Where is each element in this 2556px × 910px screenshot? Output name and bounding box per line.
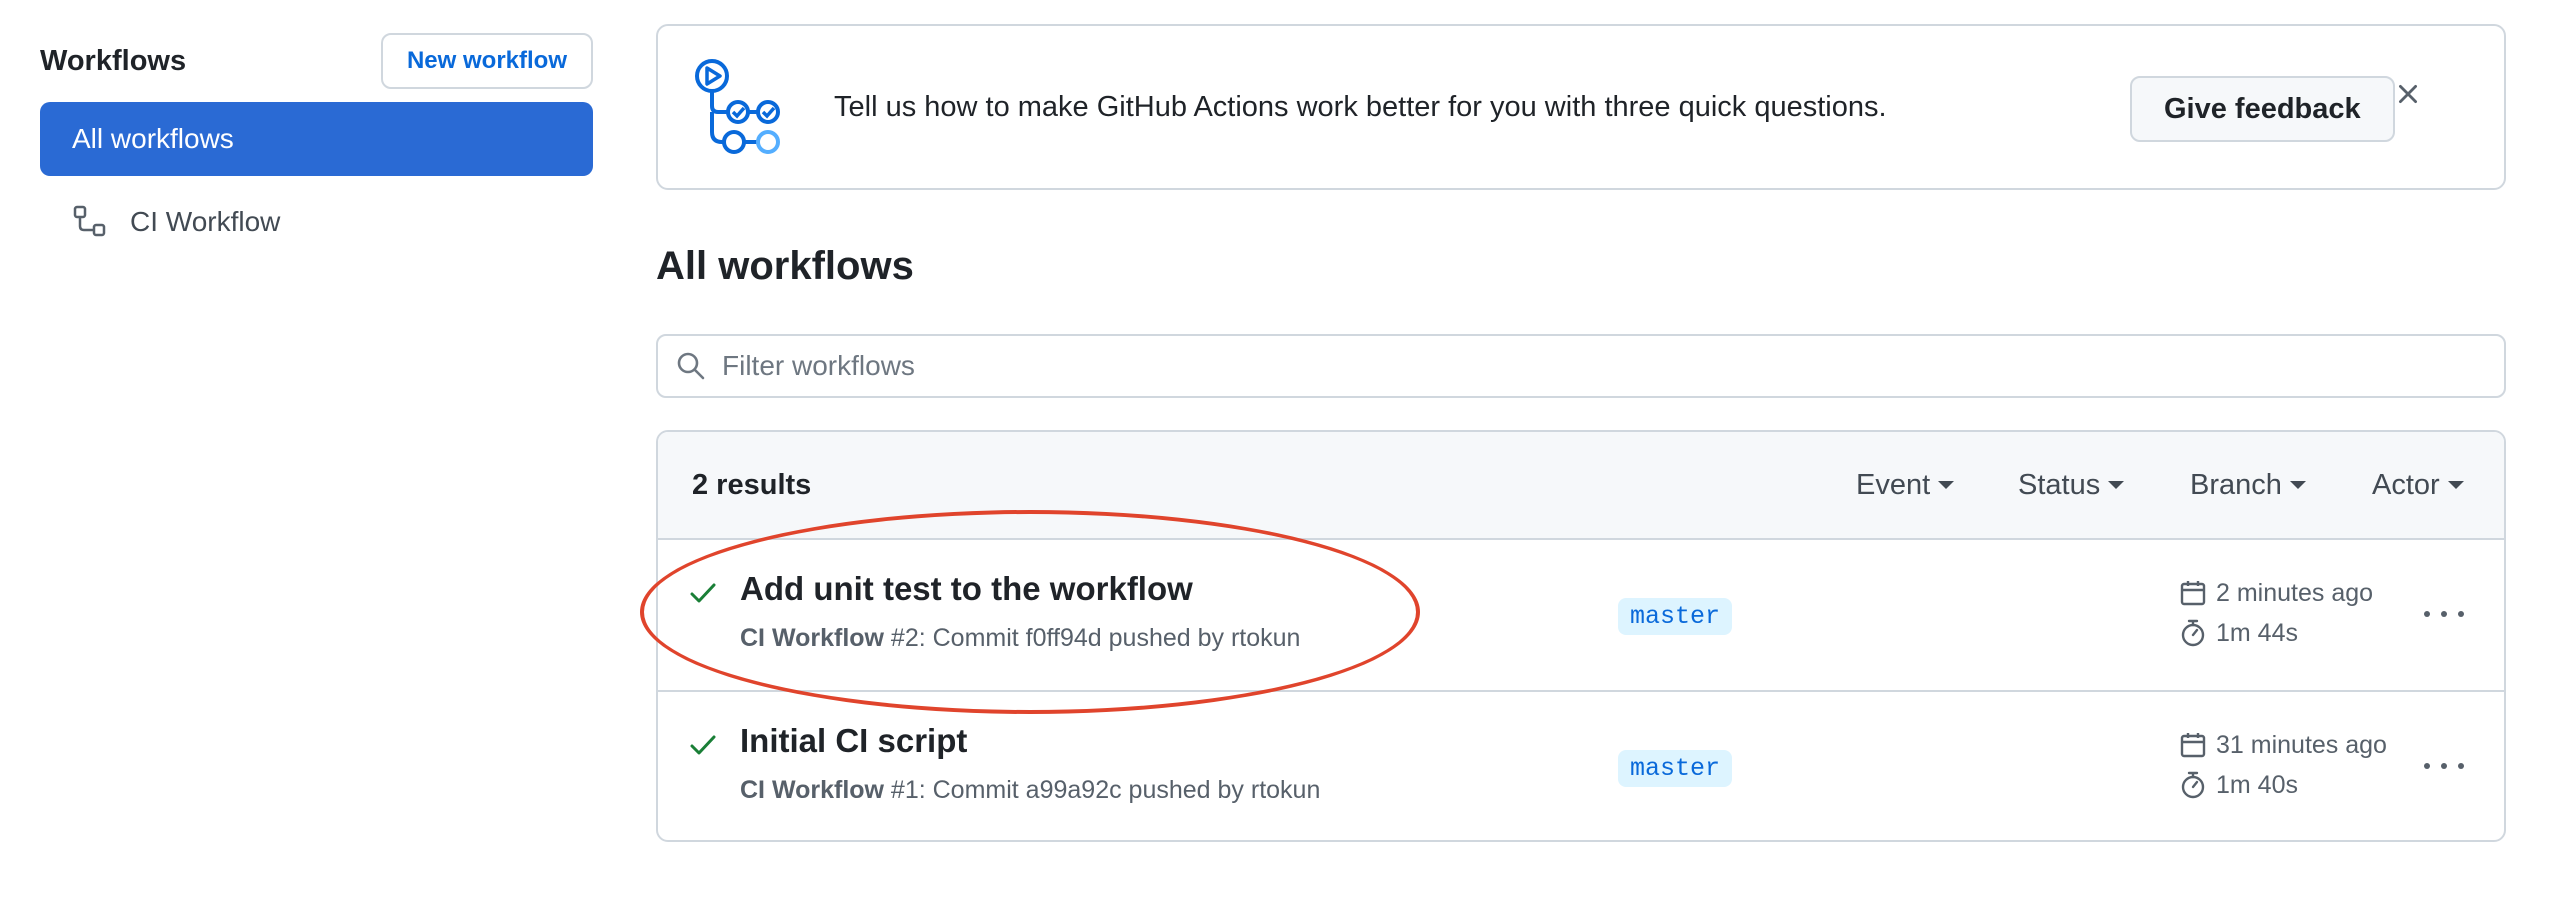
branch-filter-dropdown[interactable]: Branch	[2190, 469, 2306, 502]
results-count: 2 results	[692, 468, 812, 501]
calendar-icon	[2178, 578, 2208, 608]
run-workflow-name: CI Workflow	[740, 776, 884, 804]
banner-text: Tell us how to make GitHub Actions work …	[834, 90, 1887, 123]
check-icon	[688, 730, 718, 760]
run-commit-info: #1: Commit a99a92c pushed by rtokun	[883, 776, 1321, 804]
run-time: 2 minutes ago	[2178, 578, 2373, 608]
page-title: All workflows	[656, 244, 914, 288]
run-meta: CI Workflow #2: Commit f0ff94d pushed by…	[740, 624, 1300, 653]
status-filter-dropdown[interactable]: Status	[2018, 468, 2125, 502]
calendar-icon	[2178, 730, 2208, 760]
give-feedback-button[interactable]: Give feedback	[2130, 76, 2395, 142]
sidebar-item-all-workflows[interactable]: All workflows	[40, 102, 593, 176]
table-row[interactable]: Initial CI script CI Workflow #1: Commit…	[658, 690, 2504, 840]
filter-input[interactable]	[722, 350, 2504, 382]
actor-filter-dropdown[interactable]: Actor	[2372, 469, 2464, 502]
more-options-icon[interactable]	[2424, 602, 2464, 626]
stopwatch-icon	[2178, 618, 2208, 648]
sidebar-item-ci-workflow[interactable]: CI Workflow	[40, 188, 593, 256]
run-duration-text: 1m 44s	[2216, 618, 2298, 647]
run-duration: 1m 44s	[2178, 618, 2298, 648]
page: Workflows New workflow All workflows CI …	[0, 0, 2556, 910]
chevron-down-icon	[1938, 481, 1955, 489]
branch-filter-label: Branch	[2190, 468, 2282, 501]
run-workflow-name: CI Workflow	[740, 624, 884, 652]
results-table: 2 results Event Status Branch Actor Add …	[656, 430, 2506, 842]
branch-badge[interactable]: master	[1618, 598, 1733, 635]
sidebar-header: Workflows New workflow	[40, 32, 593, 90]
search-icon	[674, 349, 708, 383]
run-duration: 1m 40s	[2178, 770, 2298, 800]
check-icon	[688, 578, 718, 608]
close-icon[interactable]	[2388, 74, 2428, 114]
table-row[interactable]: Add unit test to the workflow CI Workflo…	[658, 540, 2504, 690]
chevron-down-icon	[2289, 481, 2306, 489]
run-time-text: 2 minutes ago	[2216, 578, 2374, 607]
status-filter-label: Status	[2018, 468, 2101, 501]
results-header: 2 results Event Status Branch Actor	[658, 432, 2504, 540]
filter-workflows	[656, 334, 2506, 398]
run-duration-text: 1m 40s	[2216, 770, 2298, 799]
new-workflow-button[interactable]: New workflow	[380, 33, 593, 89]
run-meta: CI Workflow #1: Commit a99a92c pushed by…	[740, 776, 1320, 805]
more-options-icon[interactable]	[2424, 754, 2464, 778]
stopwatch-icon	[2178, 770, 2208, 800]
branch-badge[interactable]: master	[1618, 750, 1733, 787]
sidebar-item-label: CI Workflow	[130, 206, 281, 237]
run-time: 31 minutes ago	[2178, 730, 2387, 760]
run-time-text: 31 minutes ago	[2216, 730, 2387, 759]
feedback-banner: Tell us how to make GitHub Actions work …	[656, 24, 2506, 190]
sidebar-item-label: All workflows	[72, 123, 234, 154]
workflow-icon	[72, 204, 108, 240]
run-commit-info: #2: Commit f0ff94d pushed by rtokun	[883, 624, 1301, 652]
chevron-down-icon	[2108, 481, 2125, 489]
event-filter-dropdown[interactable]: Event	[1856, 468, 1955, 502]
event-filter-label: Event	[1856, 468, 1931, 501]
sidebar-title: Workflows	[40, 44, 187, 77]
run-title-link[interactable]: Initial CI script	[740, 722, 967, 760]
run-title-link[interactable]: Add unit test to the workflow	[740, 570, 1193, 608]
actor-filter-label: Actor	[2372, 468, 2440, 501]
main-content: Tell us how to make GitHub Actions work …	[656, 24, 2506, 842]
actions-illustration-icon	[688, 54, 794, 160]
chevron-down-icon	[2447, 481, 2464, 489]
sidebar: Workflows New workflow All workflows CI …	[40, 32, 593, 256]
